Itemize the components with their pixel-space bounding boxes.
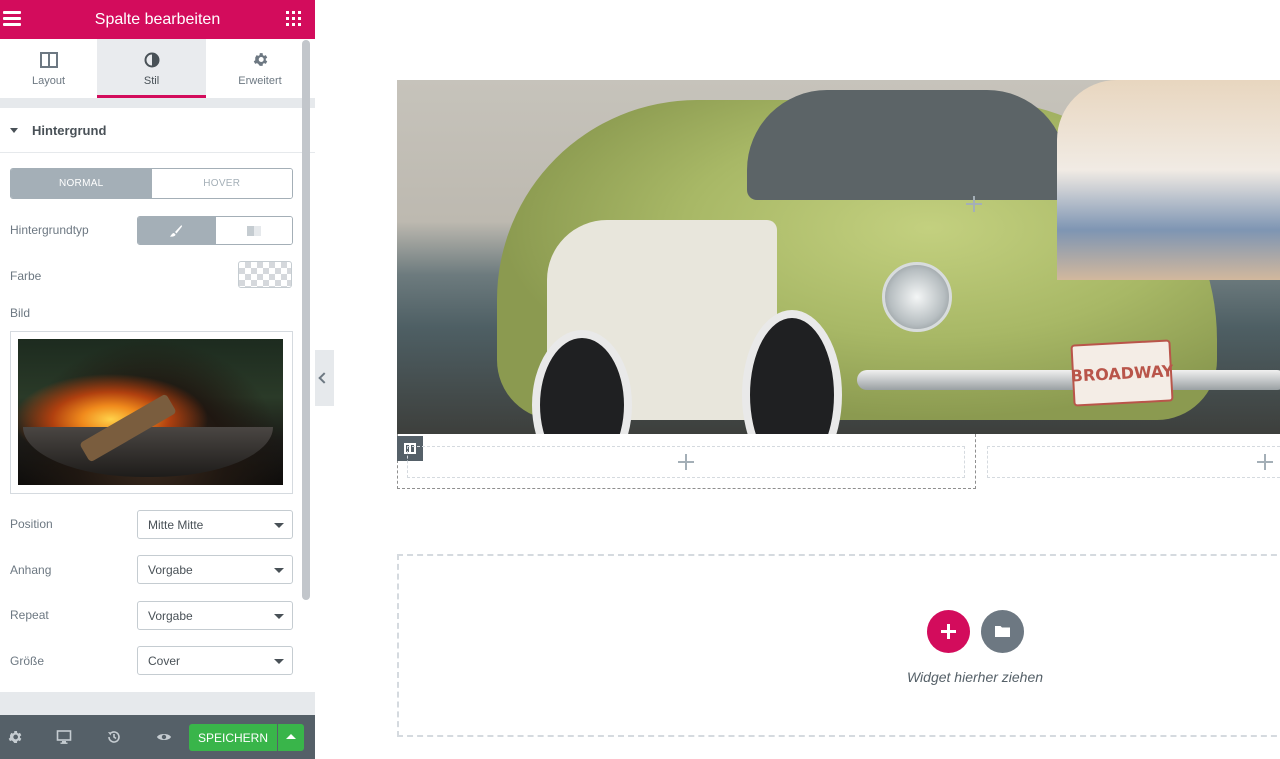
color-picker-swatch[interactable]	[238, 261, 292, 288]
editor-panel: Spalte bearbeiten Layout Stil Erweitert	[0, 0, 315, 759]
car-background-image: BROADWAY	[397, 80, 1280, 434]
bg-classic-button[interactable]	[138, 217, 215, 244]
brush-icon	[170, 224, 183, 237]
attachment-select[interactable]: Vorgabe	[137, 555, 293, 584]
state-normal-button[interactable]: NORMAL	[11, 169, 152, 198]
drop-hint-text: Widget hierher ziehen	[906, 669, 1044, 685]
size-label: Größe	[10, 654, 45, 668]
state-toggle: NORMAL HOVER	[10, 168, 293, 199]
color-label: Farbe	[10, 269, 42, 283]
tab-layout-label: Layout	[31, 74, 66, 87]
panel-tabs: Layout Stil Erweitert	[0, 39, 315, 98]
add-widget-plus-icon[interactable]	[678, 454, 694, 470]
tab-style-label: Stil	[143, 74, 160, 87]
tab-style[interactable]: Stil	[97, 39, 206, 98]
panel-scrollbar[interactable]	[302, 40, 310, 600]
attachment-label: Anhang	[10, 563, 52, 577]
tab-advanced[interactable]: Erweitert	[206, 39, 314, 98]
desktop-icon[interactable]	[56, 729, 72, 745]
bg-gradient-button[interactable]	[214, 217, 292, 244]
settings-gear-icon[interactable]	[7, 729, 23, 745]
columns-icon	[39, 51, 58, 69]
panel-body: Hintergrund NORMAL HOVER Hintergrundtyp …	[0, 108, 315, 692]
attachment-value: Vorgabe	[148, 562, 193, 577]
add-template-button[interactable]	[981, 610, 1024, 653]
empty-column-right[interactable]	[987, 446, 1280, 478]
collapse-panel-button[interactable]	[315, 350, 334, 406]
section-title: Hintergrund	[32, 122, 107, 138]
menu-icon[interactable]	[3, 11, 21, 27]
campfire-image	[18, 339, 283, 485]
widgets-grid-icon[interactable]	[286, 11, 301, 26]
add-widget-plus-icon[interactable]	[1257, 454, 1273, 470]
gear-icon	[252, 51, 269, 69]
history-icon[interactable]	[106, 729, 122, 745]
position-value: Mitte Mitte	[148, 517, 204, 532]
position-select[interactable]: Mitte Mitte	[137, 510, 293, 539]
drop-area[interactable]	[397, 554, 1280, 737]
caret-down-icon	[10, 127, 18, 133]
gradient-icon	[246, 225, 261, 236]
size-value: Cover	[148, 653, 181, 668]
license-plate: BROADWAY	[1070, 339, 1174, 407]
tab-layout[interactable]: Layout	[0, 39, 97, 98]
add-widget-plus-icon[interactable]	[966, 196, 982, 212]
folder-icon	[995, 626, 1010, 637]
image-chooser[interactable]	[10, 331, 293, 494]
chevron-down-icon	[274, 568, 284, 573]
add-section-button[interactable]	[927, 610, 970, 653]
section-background-header[interactable]: Hintergrund	[0, 108, 315, 153]
save-options-button[interactable]	[278, 724, 304, 751]
image-label: Bild	[10, 306, 31, 320]
position-label: Position	[10, 517, 53, 531]
eye-icon[interactable]	[156, 729, 172, 745]
save-button[interactable]: SPEICHERN	[189, 724, 277, 751]
panel-header: Spalte bearbeiten	[0, 0, 315, 39]
repeat-label: Repeat	[10, 608, 49, 622]
tab-advanced-label: Erweitert	[238, 74, 282, 87]
bg-type-control	[137, 216, 293, 245]
bg-type-label: Hintergrundtyp	[10, 223, 89, 237]
chevron-down-icon	[274, 523, 284, 528]
panel-title: Spalte bearbeiten	[94, 10, 221, 28]
half-circle-icon	[144, 51, 160, 69]
repeat-select[interactable]: Vorgabe	[137, 601, 293, 630]
size-select[interactable]: Cover	[137, 646, 293, 675]
repeat-value: Vorgabe	[148, 608, 193, 623]
chevron-down-icon	[274, 614, 284, 619]
state-hover-button[interactable]: HOVER	[151, 169, 292, 198]
chevron-down-icon	[274, 659, 284, 664]
